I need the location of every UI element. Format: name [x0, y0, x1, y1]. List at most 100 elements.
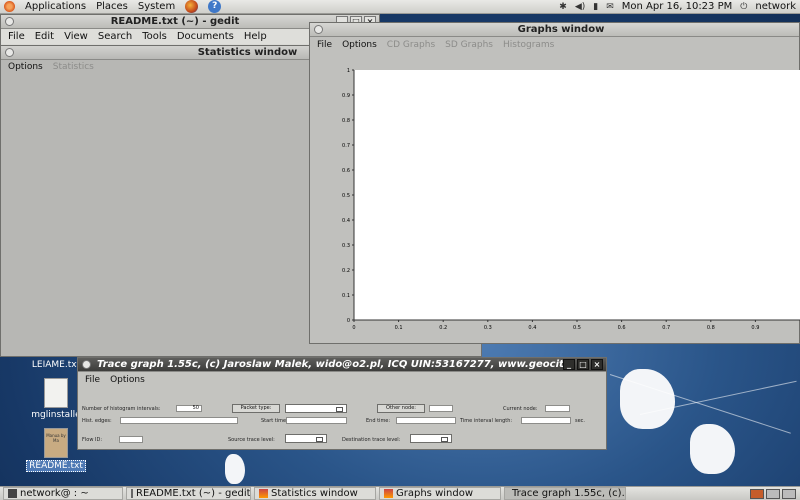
volume-icon[interactable]: ◀) [575, 2, 585, 12]
y-tick-label: 0.3 [342, 243, 350, 249]
menu-search[interactable]: Search [98, 31, 132, 42]
current-node-label: Current node: [503, 406, 538, 412]
trace-form: Number of histogram intervals: 50 Hist. … [78, 387, 606, 449]
window-menu-icon[interactable] [5, 48, 14, 57]
other-node-input[interactable] [429, 405, 453, 412]
num-hist-intervals-input[interactable]: 50 [176, 405, 202, 412]
firefox-icon[interactable] [185, 0, 199, 13]
top-panel: Applications Places System ? ✱ ◀) ▮ ✉ Mo… [0, 0, 800, 14]
menu-options[interactable]: Options [8, 62, 43, 72]
workspace-1[interactable] [750, 488, 764, 499]
taskbar-label: Graphs window [396, 488, 474, 499]
network-icon[interactable]: ▮ [593, 2, 598, 12]
taskbar-item-gedit[interactable]: README.txt (~) - gedit [126, 487, 251, 500]
menu-file[interactable]: File [85, 375, 100, 385]
x-tick-label: 0.4 [528, 325, 536, 331]
workspace-switcher[interactable] [750, 488, 800, 499]
menu-file[interactable]: File [8, 31, 25, 42]
menu-cd-graphs: CD Graphs [386, 39, 436, 50]
map-landmass [690, 424, 735, 474]
user-menu[interactable]: network [755, 1, 796, 12]
y-tick-label: 0.7 [342, 143, 350, 149]
sec-label: sec. [575, 418, 586, 424]
taskbar-item-trace-graph[interactable]: Trace graph 1.55c, (c)... [504, 487, 626, 500]
clock[interactable]: Mon Apr 16, 10:23 PM [622, 1, 732, 12]
y-tick-label: 0.1 [342, 293, 350, 299]
menu-help[interactable]: Help [244, 31, 267, 42]
destination-trace-level-dropdown[interactable] [410, 434, 452, 443]
taskbar-label: Statistics window [271, 488, 358, 499]
y-tick-label: 1 [347, 68, 350, 74]
terminal-icon [8, 489, 17, 498]
x-tick-label: 0.5 [573, 325, 581, 331]
num-hist-intervals-label: Number of histogram intervals: [82, 406, 161, 412]
taskbar-label: Trace graph 1.55c, (c)... [512, 488, 626, 499]
x-tick-label: 0 [352, 325, 355, 331]
map-landmass [225, 454, 245, 484]
source-trace-level-dropdown[interactable] [285, 434, 327, 443]
window-menu-icon[interactable] [5, 17, 14, 26]
trace-titlebar[interactable]: Trace graph 1.55c, (c) Jaroslaw Malek, w… [78, 358, 606, 372]
y-tick-label: 0 [347, 318, 350, 324]
x-tick-label: 0.3 [484, 325, 492, 331]
flow-id-input[interactable] [119, 436, 143, 443]
other-node-button[interactable]: Other node: [377, 404, 425, 413]
hist-edges-label: Hist. edges: [82, 418, 112, 424]
y-tick-label: 0.6 [342, 168, 350, 174]
taskbar-item-terminal[interactable]: network@ : ~ [3, 487, 123, 500]
time-interval-label: Time interval length: [460, 418, 513, 424]
bluetooth-icon[interactable]: ✱ [559, 2, 567, 12]
menu-options[interactable]: Options [342, 40, 377, 50]
start-time-input[interactable] [286, 417, 347, 424]
mail-icon[interactable]: ✉ [606, 2, 614, 12]
menu-file[interactable]: File [317, 40, 332, 50]
x-tick-label: 0.9 [751, 325, 759, 331]
time-interval-input[interactable] [521, 417, 571, 424]
workspace-2[interactable] [766, 488, 780, 499]
window-menu-icon[interactable] [82, 360, 91, 369]
power-icon[interactable]: ⏻ [740, 2, 747, 12]
packet-type-dropdown[interactable] [285, 404, 347, 413]
menu-histograms: Histograms [502, 39, 555, 50]
system-menu[interactable]: System [138, 1, 175, 12]
y-tick-label: 0.2 [342, 268, 350, 274]
menu-documents[interactable]: Documents [177, 31, 234, 42]
maximize-button[interactable]: □ [577, 359, 589, 370]
x-tick-label: 0.2 [439, 325, 447, 331]
graphs-titlebar[interactable]: Graphs window [310, 23, 799, 37]
plot-axes: 1 0.9 0.8 0.7 0.6 0.5 0.4 0.3 0.2 0.1 00 0.1 0.2 0.3 0… [342, 68, 800, 331]
end-time-input[interactable] [396, 417, 456, 424]
menu-options[interactable]: Options [110, 375, 145, 385]
bottom-panel: network@ : ~ README.txt (~) - gedit Stat… [0, 486, 800, 500]
graphs-menubar: File Options CD Graphs SD Graphs Histogr… [310, 37, 799, 52]
start-time-label: Start time: [261, 418, 288, 424]
map-landmass [620, 369, 675, 429]
end-time-label: End time: [366, 418, 391, 424]
window-title: Graphs window [517, 24, 605, 35]
close-button[interactable]: × [591, 359, 603, 370]
menu-tools[interactable]: Tools [142, 31, 167, 42]
hist-edges-input[interactable] [120, 417, 238, 424]
graphs-window: Graphs window File Options CD Graphs SD … [309, 22, 800, 344]
x-tick-label: 0.7 [662, 325, 670, 331]
window-menu-icon[interactable] [314, 25, 323, 34]
applications-menu[interactable]: Applications [25, 1, 86, 12]
packet-type-button[interactable]: Packet type: [232, 404, 280, 413]
taskbar-item-statistics[interactable]: Statistics window [254, 487, 376, 500]
current-node-input[interactable] [545, 405, 570, 412]
ubuntu-logo-icon [4, 1, 15, 12]
places-menu[interactable]: Places [96, 1, 128, 12]
workspace-3[interactable] [782, 488, 796, 499]
taskbar-item-graphs[interactable]: Graphs window [379, 487, 501, 500]
flow-id-label: Flow ID: [82, 437, 103, 443]
desktop-icon-label: README.txt [26, 460, 86, 472]
source-trace-level-label: Source trace level: [228, 437, 275, 443]
file-thumbnail-icon: Manua by Ma [44, 428, 68, 458]
y-tick-label: 0.4 [342, 218, 350, 224]
desktop-icon-label: mglinstalle [31, 410, 81, 420]
minimize-button[interactable]: _ [563, 359, 575, 370]
x-tick-label: 0.6 [618, 325, 626, 331]
help-icon[interactable]: ? [208, 0, 222, 13]
menu-view[interactable]: View [64, 31, 88, 42]
menu-edit[interactable]: Edit [35, 31, 54, 42]
